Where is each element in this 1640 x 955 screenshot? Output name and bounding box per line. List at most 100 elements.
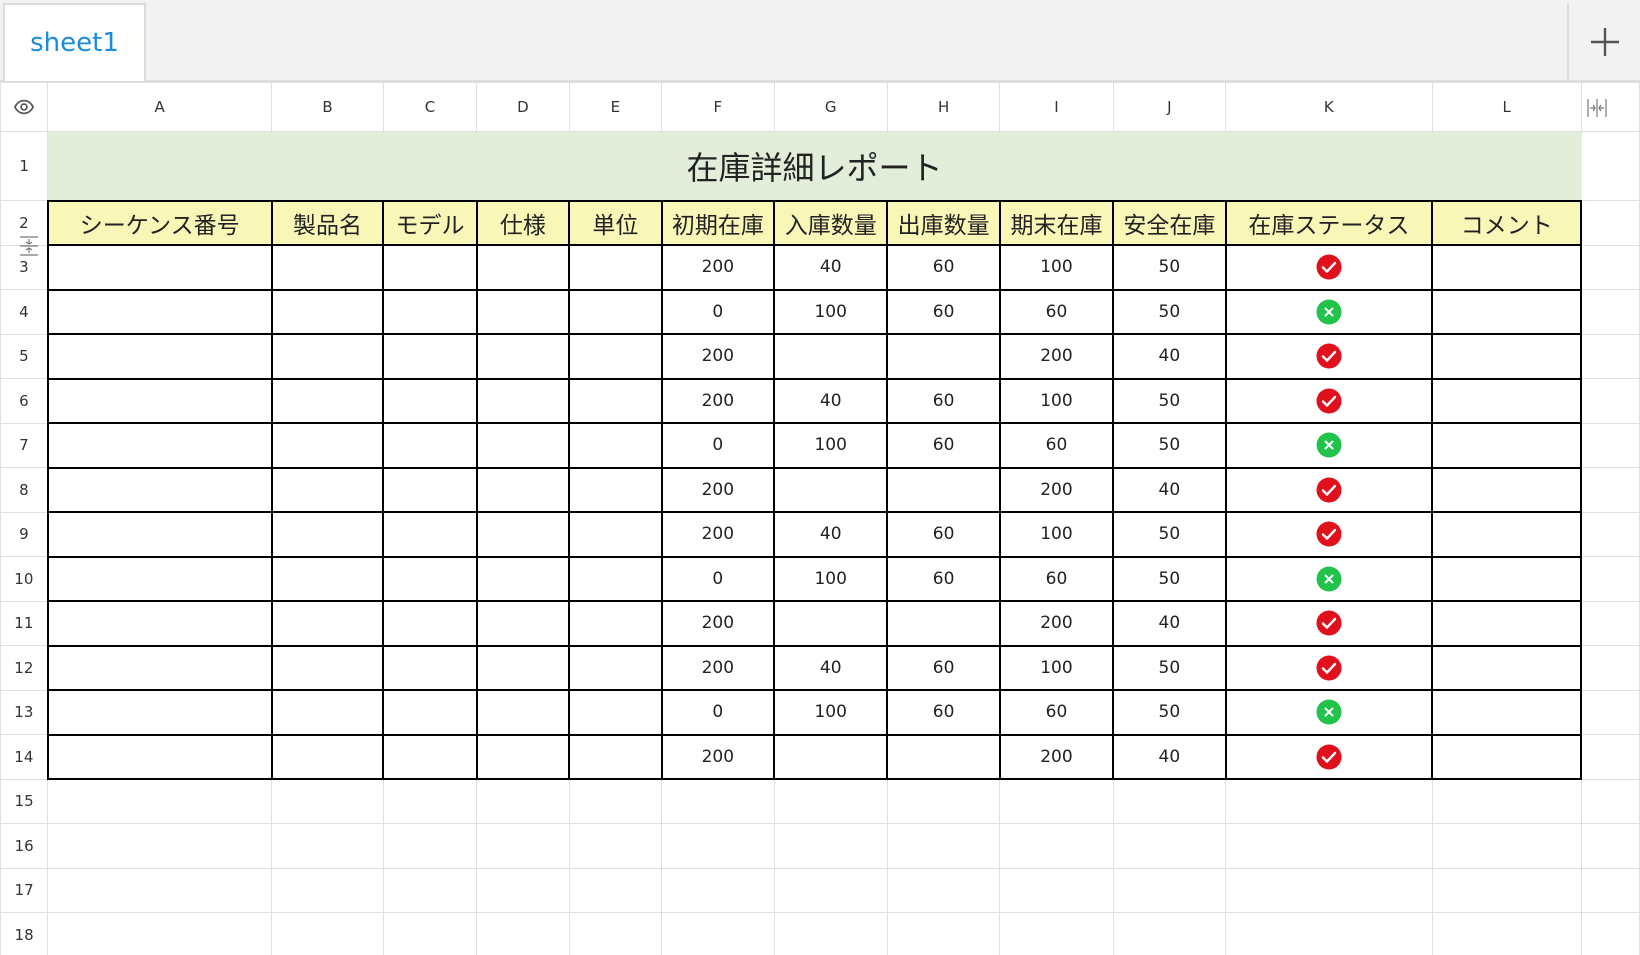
comment-cell[interactable]	[1431, 689, 1583, 736]
status-cell[interactable]	[1224, 422, 1434, 469]
cell[interactable]	[1112, 778, 1227, 824]
row-number[interactable]: 14	[0, 734, 49, 780]
column-header-f[interactable]: F	[661, 82, 775, 132]
cell[interactable]	[271, 778, 384, 824]
cell-initial[interactable]: 200	[660, 600, 776, 647]
cell[interactable]	[382, 733, 478, 780]
header-cell[interactable]: 初期在庫	[660, 199, 776, 246]
column-header-g[interactable]: G	[773, 82, 888, 132]
cell[interactable]	[1580, 600, 1640, 646]
cell-initial[interactable]: 200	[660, 644, 776, 691]
comment-cell[interactable]	[1431, 733, 1583, 780]
cell[interactable]	[1580, 689, 1640, 735]
cell[interactable]	[773, 912, 888, 955]
status-cell[interactable]	[1224, 244, 1434, 291]
cell[interactable]	[382, 867, 478, 913]
column-header-c[interactable]: C	[382, 82, 478, 132]
column-header-l[interactable]: L	[1431, 82, 1582, 132]
cell[interactable]	[568, 555, 663, 602]
cell-safety[interactable]: 50	[1112, 689, 1227, 736]
cell[interactable]	[568, 823, 663, 869]
cell[interactable]	[773, 867, 888, 913]
header-cell[interactable]: 在庫ステータス	[1224, 199, 1434, 246]
cell[interactable]	[46, 733, 273, 780]
cell-out[interactable]	[886, 333, 1001, 380]
cell[interactable]	[773, 778, 888, 824]
cell[interactable]	[382, 511, 478, 558]
row-number[interactable]: 17	[0, 867, 49, 913]
header-cell[interactable]: 安全在庫	[1112, 199, 1227, 246]
cell[interactable]	[46, 377, 273, 424]
cell-end[interactable]: 100	[998, 511, 1115, 558]
cell-end[interactable]: 60	[998, 422, 1115, 469]
cell[interactable]	[568, 377, 663, 424]
comment-cell[interactable]	[1431, 244, 1583, 291]
cell-safety[interactable]: 50	[1112, 644, 1227, 691]
row-number[interactable]: 15	[0, 778, 49, 824]
cell[interactable]	[661, 778, 775, 824]
cell[interactable]	[270, 288, 385, 335]
cell[interactable]	[475, 600, 571, 647]
cell[interactable]	[886, 912, 1001, 955]
comment-cell[interactable]	[1431, 377, 1583, 424]
cell-initial[interactable]: 200	[660, 333, 776, 380]
cell-safety[interactable]: 40	[1112, 600, 1227, 647]
cell[interactable]	[568, 689, 663, 736]
cell[interactable]	[568, 466, 663, 513]
cell[interactable]	[270, 244, 385, 291]
cell-initial[interactable]: 200	[660, 511, 776, 558]
row-number[interactable]: 13	[0, 689, 49, 735]
header-cell[interactable]: 期末在庫	[998, 199, 1115, 246]
cell[interactable]	[1580, 778, 1640, 824]
tab-sheet1[interactable]: sheet1	[3, 3, 146, 81]
cell[interactable]	[568, 511, 663, 558]
cell-end[interactable]: 200	[998, 600, 1115, 647]
cell[interactable]	[46, 689, 273, 736]
cell[interactable]	[1580, 200, 1640, 246]
column-header-i[interactable]: I	[999, 82, 1114, 132]
cell-in[interactable]: 100	[773, 422, 889, 469]
cell[interactable]	[1580, 244, 1640, 290]
status-cell[interactable]	[1224, 689, 1434, 736]
cell-in[interactable]	[773, 466, 889, 513]
cell[interactable]	[475, 288, 571, 335]
add-sheet-button[interactable]	[1569, 3, 1640, 80]
cell-initial[interactable]: 0	[660, 689, 776, 736]
cell[interactable]	[475, 333, 571, 380]
cell[interactable]	[568, 912, 663, 955]
cell-out[interactable]	[886, 600, 1001, 647]
cell-initial[interactable]: 0	[660, 555, 776, 602]
cell[interactable]	[271, 823, 384, 869]
cell[interactable]	[46, 466, 273, 513]
cell-end[interactable]: 100	[998, 377, 1115, 424]
cell[interactable]	[476, 867, 570, 913]
status-cell[interactable]	[1224, 377, 1434, 424]
cell-in[interactable]	[773, 600, 889, 647]
cell[interactable]	[886, 867, 1001, 913]
comment-cell[interactable]	[1431, 333, 1583, 380]
status-cell[interactable]	[1224, 600, 1434, 647]
cell[interactable]	[476, 823, 570, 869]
cell[interactable]	[1580, 867, 1640, 913]
cell[interactable]	[270, 689, 385, 736]
cell[interactable]	[475, 555, 571, 602]
row-number[interactable]: 8	[0, 467, 49, 513]
comment-cell[interactable]	[1431, 644, 1583, 691]
cell[interactable]	[476, 778, 570, 824]
header-cell[interactable]: 出庫数量	[886, 199, 1001, 246]
cell-initial[interactable]: 200	[660, 377, 776, 424]
visibility-toggle[interactable]	[0, 82, 49, 132]
header-cell[interactable]: 製品名	[270, 199, 385, 246]
row-number[interactable]: 16	[0, 823, 49, 869]
cell[interactable]	[46, 244, 273, 291]
cell[interactable]	[1112, 823, 1227, 869]
cell[interactable]	[475, 422, 571, 469]
cell-in[interactable]: 100	[773, 689, 889, 736]
cell[interactable]	[999, 867, 1114, 913]
header-cell[interactable]: モデル	[382, 199, 478, 246]
cell-initial[interactable]: 200	[660, 733, 776, 780]
cell[interactable]	[1225, 912, 1433, 955]
cell[interactable]	[46, 600, 273, 647]
row-number[interactable]: 18	[0, 912, 49, 955]
cell-end[interactable]: 60	[998, 689, 1115, 736]
